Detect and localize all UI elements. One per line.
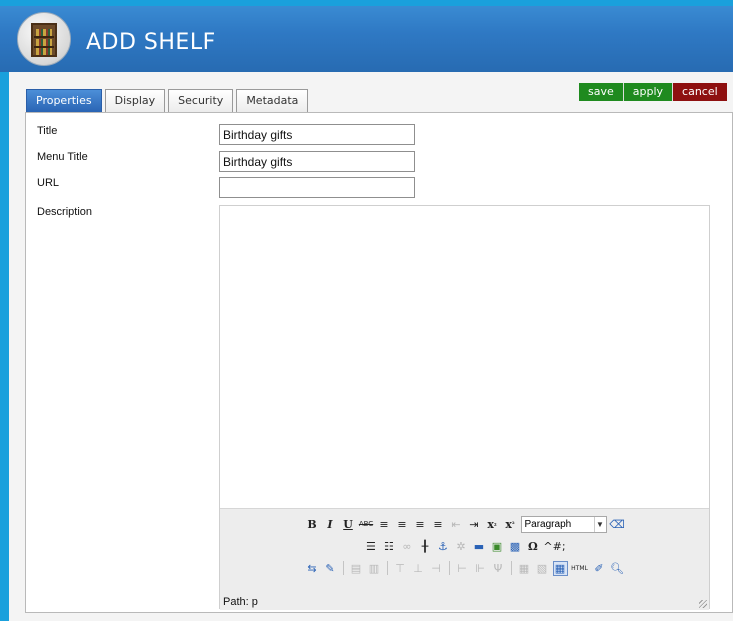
- split-cells-icon[interactable]: ▦: [517, 561, 532, 576]
- delete-row-icon[interactable]: ⊣: [429, 561, 444, 576]
- resize-handle-icon[interactable]: [699, 600, 707, 608]
- delete-col-icon[interactable]: Ψ: [491, 561, 506, 576]
- description-label: Description: [37, 206, 93, 218]
- title-field[interactable]: Birthday gifts: [219, 124, 415, 145]
- tab-display[interactable]: Display: [104, 89, 166, 112]
- html-source-icon[interactable]: HTML: [571, 561, 589, 576]
- unlink-icon[interactable]: ╂: [417, 539, 432, 554]
- description-editor[interactable]: B I U ABC ≡ ≡ ≡ ≡ ⇤ ⇥ x₂ x² Paragraph ▼: [219, 205, 710, 610]
- numbered-list-icon[interactable]: ☷: [381, 539, 396, 554]
- title-label: Title: [37, 125, 58, 137]
- insert-col-after-icon[interactable]: ⊩: [473, 561, 488, 576]
- preview-icon[interactable]: 🔍︎: [610, 561, 625, 576]
- indent-icon[interactable]: ⇥: [467, 517, 482, 532]
- url-label: URL: [37, 177, 60, 189]
- bold-icon[interactable]: B: [305, 517, 320, 532]
- superscript-icon[interactable]: x²: [503, 517, 518, 532]
- apply-button[interactable]: apply: [623, 83, 674, 101]
- action-buttons: save apply cancel: [579, 83, 727, 101]
- main-panel: Properties Display Security Metadata sav…: [9, 72, 733, 621]
- strikethrough-icon[interactable]: ABC: [359, 517, 374, 532]
- table-row-icon[interactable]: ▤: [349, 561, 364, 576]
- bookcase-graphic: [31, 23, 57, 57]
- image-icon[interactable]: ▣: [489, 539, 504, 554]
- page-title: ADD SHELF: [86, 30, 216, 55]
- bookshelf-icon: [17, 12, 71, 66]
- format-select-value: Paragraph: [524, 518, 572, 530]
- save-button[interactable]: save: [579, 83, 624, 101]
- editor-path: Path: p: [223, 596, 258, 608]
- tab-metadata[interactable]: Metadata: [236, 89, 309, 112]
- chevron-down-icon: ▼: [593, 516, 606, 532]
- find-replace-icon[interactable]: ⇆: [305, 561, 320, 576]
- align-justify-icon[interactable]: ≡: [431, 517, 446, 532]
- bullet-list-icon[interactable]: ☰: [363, 539, 378, 554]
- format-select[interactable]: Paragraph ▼: [520, 515, 607, 533]
- tab-bar: Properties Display Security Metadata: [26, 89, 309, 112]
- toolbar-row-1: B I U ABC ≡ ≡ ≡ ≡ ⇤ ⇥ x₂ x² Paragraph ▼: [220, 514, 709, 534]
- horizontal-rule-icon[interactable]: ▬: [471, 539, 486, 554]
- align-center-icon[interactable]: ≡: [395, 517, 410, 532]
- insert-col-before-icon[interactable]: ⊢: [455, 561, 470, 576]
- subscript-icon[interactable]: x₂: [485, 517, 500, 532]
- outdent-icon[interactable]: ⇤: [449, 517, 464, 532]
- italic-icon[interactable]: I: [323, 517, 338, 532]
- link-icon[interactable]: ∞: [399, 539, 414, 554]
- eraser-icon[interactable]: ⌫: [609, 517, 625, 532]
- insert-row-after-icon[interactable]: ⊥: [411, 561, 426, 576]
- editor-toolbar: B I U ABC ≡ ≡ ≡ ≡ ⇤ ⇥ x₂ x² Paragraph ▼: [220, 508, 709, 610]
- table-cell-icon[interactable]: ▥: [367, 561, 382, 576]
- menu-title-label: Menu Title: [37, 151, 88, 163]
- table-icon[interactable]: ▦: [552, 560, 568, 576]
- edit-icon[interactable]: ✎: [323, 561, 338, 576]
- cleanup-icon[interactable]: ✲: [453, 539, 468, 554]
- menu-title-field[interactable]: Birthday gifts: [219, 151, 415, 172]
- media-icon[interactable]: ▩: [507, 539, 522, 554]
- special-char-icon[interactable]: Ω: [525, 539, 540, 554]
- toolbar-row-2: ☰ ☷ ∞ ╂ ⚓ ✲ ▬ ▣ ▩ Ω ^#;: [220, 536, 709, 556]
- cancel-button[interactable]: cancel: [673, 83, 727, 101]
- underline-icon[interactable]: U: [341, 517, 356, 532]
- align-right-icon[interactable]: ≡: [413, 517, 428, 532]
- properties-form: Title Birthday gifts Menu Title Birthday…: [25, 112, 733, 613]
- header-top-stripe: [0, 0, 733, 6]
- url-field[interactable]: [219, 177, 415, 198]
- align-left-icon[interactable]: ≡: [377, 517, 392, 532]
- tab-security[interactable]: Security: [168, 89, 234, 112]
- header-bar: ADD SHELF: [0, 0, 733, 72]
- tab-properties[interactable]: Properties: [26, 89, 102, 112]
- insert-row-before-icon[interactable]: ⊤: [393, 561, 408, 576]
- cleanup-brush-icon[interactable]: ✐: [592, 561, 607, 576]
- merge-cells-icon[interactable]: ▧: [535, 561, 550, 576]
- anchor-icon[interactable]: ⚓: [435, 539, 450, 554]
- html-entity-icon[interactable]: ^#;: [543, 539, 565, 554]
- toolbar-row-3: ⇆ ✎ ▤ ▥ ⊤ ⊥ ⊣ ⊢ ⊩ Ψ ▦ ▧ ▦ HTML ✐ 🔍︎: [220, 558, 709, 578]
